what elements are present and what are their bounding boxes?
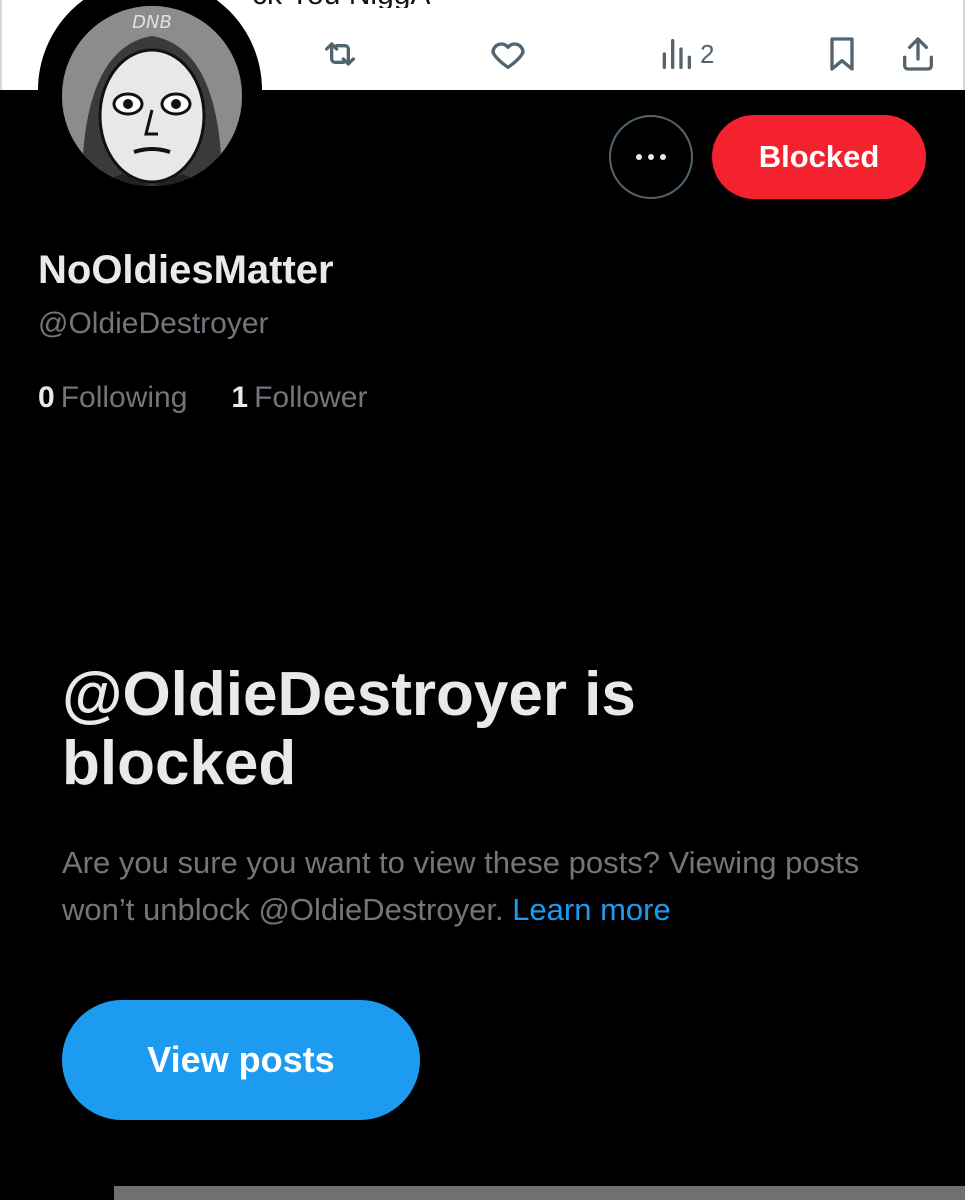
followers-link[interactable]: 1 Follower xyxy=(231,381,367,415)
following-count: 0 xyxy=(38,381,55,414)
user-handle: @OldieDestroyer xyxy=(38,307,269,340)
heart-icon xyxy=(491,42,525,70)
followers-count: 1 xyxy=(231,381,249,414)
more-icon xyxy=(636,154,666,160)
retweet-icon xyxy=(325,42,355,66)
followers-label: Follower xyxy=(254,381,368,414)
more-options-button[interactable] xyxy=(609,115,693,199)
views-button[interactable]: 2 xyxy=(656,34,714,74)
follow-stats: 0 Following 1 Follower xyxy=(38,381,367,415)
bookmark-button[interactable] xyxy=(822,34,862,74)
like-button[interactable] xyxy=(488,34,528,74)
profile-avatar[interactable]: DNB xyxy=(38,0,262,202)
views-count: 2 xyxy=(700,38,715,69)
avatar-image: DNB xyxy=(62,6,242,186)
bookmark-icon xyxy=(830,37,854,71)
following-label: Following xyxy=(60,381,188,414)
blocked-notice-description: Are you sure you want to view these post… xyxy=(62,840,902,933)
blocked-description-text: Are you sure you want to view these post… xyxy=(62,845,860,927)
learn-more-link[interactable]: Learn more xyxy=(512,892,671,927)
view-posts-button[interactable]: View posts xyxy=(62,1000,420,1120)
retweet-button[interactable] xyxy=(320,34,360,74)
following-link[interactable]: 0 Following xyxy=(38,381,187,415)
tweet-text-fragment: ck You NiggA xyxy=(252,0,430,8)
avatar-illustration: DNB xyxy=(62,6,242,186)
blocked-button[interactable]: Blocked xyxy=(712,115,926,199)
analytics-icon xyxy=(662,39,691,70)
blocked-notice-title: @OldieDestroyer is blocked xyxy=(62,660,636,799)
svg-text:DNB: DNB xyxy=(132,12,172,33)
share-icon xyxy=(903,37,933,71)
share-button[interactable] xyxy=(898,34,938,74)
display-name: NoOldiesMatter xyxy=(38,248,334,292)
bottom-scroll-indicator xyxy=(114,1186,965,1200)
